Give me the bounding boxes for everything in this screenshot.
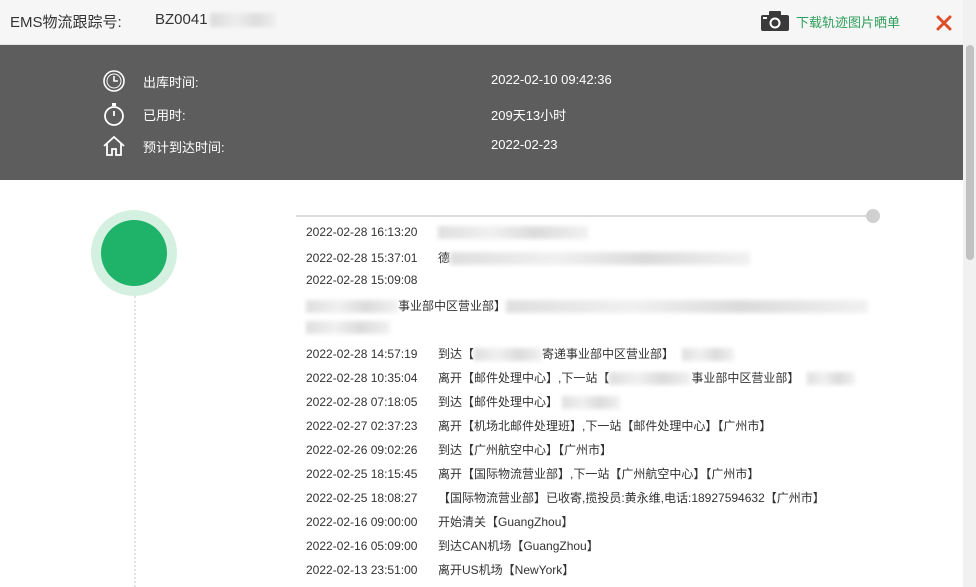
- event-time: 2022-02-25 18:08:27: [306, 491, 418, 505]
- status-indicator-dot: [101, 220, 167, 286]
- event-time: 2022-02-28 16:13:20: [306, 225, 418, 239]
- tracking-number: BZ0041: [155, 11, 276, 28]
- redacted-text: [682, 348, 735, 362]
- track-event: 2022-02-28 15:37:01 德: [306, 249, 751, 267]
- event-desc: 寄递事业部中区营业部】: [542, 347, 675, 361]
- track-event: 2022-02-28 15:09:08: [306, 273, 438, 291]
- event-time: 2022-02-16 05:09:00: [306, 539, 418, 553]
- summary-value: 209天13小时: [491, 108, 567, 123]
- redacted-text: [474, 348, 543, 362]
- redacted-text: [450, 252, 751, 266]
- timeline-vertical-line: [134, 296, 136, 587]
- summary-value: 2022-02-10 09:42:36: [491, 72, 612, 87]
- summary-label: 出库时间:: [143, 75, 199, 90]
- event-time: 2022-02-26 09:02:26: [306, 443, 418, 457]
- redacted-tracking-suffix: [209, 13, 276, 28]
- timeline-end-dot: [866, 209, 880, 223]
- event-desc: 到达【邮件处理中心】: [438, 395, 559, 409]
- track-event: 2022-02-27 02:37:23 离开【机场北邮件处理班】,下一站【邮件处理…: [306, 417, 771, 435]
- event-desc: 离开【国际物流营业部】,下一站【广州航空中心】【广州市】: [438, 467, 760, 481]
- summary-label: 已用时:: [143, 108, 186, 123]
- event-time: 2022-02-16 09:00:00: [306, 515, 418, 529]
- event-time: 2022-02-28 15:37:01: [306, 251, 418, 265]
- event-time: 2022-02-28 14:57:19: [306, 347, 418, 361]
- track-event: 2022-02-16 05:09:00 到达CAN机场【GuangZhou】: [306, 537, 599, 555]
- summary-row-eta: 预计到达时间: 2022-02-23: [0, 134, 963, 156]
- track-event: 2022-02-28 07:18:05 到达【邮件处理中心】: [306, 393, 621, 411]
- event-desc: 德: [438, 251, 451, 265]
- event-time: 2022-02-25 18:15:45: [306, 467, 418, 481]
- track-event: 2022-02-25 18:15:45 离开【国际物流营业部】,下一站【广州航空中…: [306, 465, 759, 483]
- download-track-image-button[interactable]: 下载轨迹图片晒单: [760, 8, 900, 34]
- event-desc: 【国际物流营业部】已收寄,揽投员:黄永维,电话:18927594632【广州市】: [438, 491, 825, 505]
- event-time: 2022-02-28 10:35:04: [306, 371, 418, 385]
- summary-value: 2022-02-23: [491, 137, 558, 152]
- event-time: 2022-02-13 23:51:00: [306, 563, 418, 577]
- track-event-continuation: 事业部中区营业部】: [306, 297, 869, 314]
- event-time: 2022-02-27 02:37:23: [306, 419, 418, 433]
- home-icon: [103, 135, 125, 156]
- event-desc: 离开US机场【NewYork】: [438, 563, 575, 577]
- shipment-summary: 出库时间: 2022-02-10 09:42:36 已用时: 209天13小时 …: [0, 45, 963, 180]
- timeline-horizontal-line: [296, 215, 871, 217]
- track-event: 2022-02-16 09:00:00 开始清关【GuangZhou】: [306, 513, 573, 531]
- track-event: 2022-02-28 16:13:20: [306, 225, 588, 243]
- scrollbar-thumb[interactable]: [966, 45, 974, 260]
- redacted-text: [306, 300, 398, 314]
- event-desc: 到达CAN机场【GuangZhou】: [438, 539, 599, 553]
- redacted-text: [506, 300, 869, 314]
- track-event: 2022-02-26 09:02:26 到达【广州航空中心】【广州市】: [306, 441, 612, 459]
- redacted-text: [609, 372, 692, 386]
- track-event: 2022-02-25 18:08:27 【国际物流营业部】已收寄,揽投员:黄永维,…: [306, 489, 825, 507]
- summary-label: 预计到达时间:: [143, 140, 225, 155]
- event-desc: 到达【: [438, 347, 475, 361]
- event-desc: 离开【机场北邮件处理班】,下一站【邮件处理中心】【广州市】: [438, 419, 772, 433]
- event-desc: 事业部中区营业部】: [691, 371, 800, 385]
- redacted-text: [306, 321, 390, 335]
- track-event: 2022-02-28 10:35:04 离开【邮件处理中心】,下一站【 事业部中区营…: [306, 369, 856, 387]
- redacted-text: [438, 226, 588, 240]
- summary-row-dispatch-time: 出库时间: 2022-02-10 09:42:36: [0, 69, 963, 92]
- event-desc: 开始清关【GuangZhou】: [438, 515, 574, 529]
- event-time: 2022-02-28 15:09:08: [306, 273, 418, 287]
- summary-row-elapsed: 已用时: 209天13小时: [0, 102, 963, 126]
- header-bar: EMS物流跟踪号: BZ0041 下载轨迹图片晒单: [0, 0, 963, 45]
- redacted-text: [807, 372, 856, 386]
- event-desc: 事业部中区营业部】: [398, 299, 507, 313]
- event-time: 2022-02-28 07:18:05: [306, 395, 418, 409]
- close-icon[interactable]: [935, 14, 953, 32]
- redacted-text: [562, 396, 621, 410]
- event-desc: 到达【广州航空中心】【广州市】: [438, 443, 613, 457]
- tracking-label: EMS物流跟踪号:: [10, 14, 122, 31]
- track-event: 2022-02-13 23:51:00 离开US机场【NewYork】: [306, 561, 574, 579]
- track-event-continuation: [306, 320, 390, 335]
- clock-icon: [103, 70, 125, 92]
- camera-icon: [761, 11, 789, 31]
- track-event: 2022-02-28 14:57:19 到达【 寄递事业部中区营业部】: [306, 345, 735, 363]
- download-label: 下载轨迹图片晒单: [796, 14, 901, 30]
- event-desc: 离开【邮件处理中心】,下一站【: [438, 371, 610, 385]
- stopwatch-icon: [104, 103, 124, 126]
